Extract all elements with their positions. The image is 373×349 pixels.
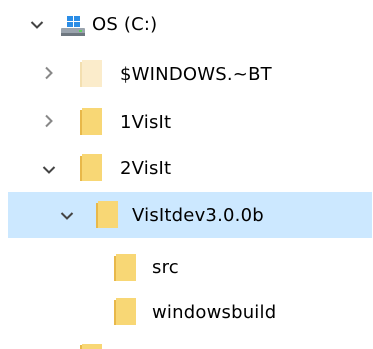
folder-label: windowsbuild <box>152 302 277 323</box>
folder-icon <box>80 108 104 136</box>
folder-icon <box>80 60 104 88</box>
chevron-down-icon[interactable] <box>42 165 56 179</box>
folder-label: VisItdev3.0.0b <box>132 205 264 226</box>
folder-label: $WINDOWS.~BT <box>120 64 272 85</box>
navigation-tree: OS (C:) $WINDOWS.~BT 1VisIt 2VisIt VisIt… <box>0 0 373 349</box>
folder-icon <box>80 154 104 182</box>
chevron-right-icon[interactable] <box>44 114 58 128</box>
folder-icon <box>114 298 138 326</box>
folder-icon <box>80 344 104 349</box>
chevron-right-icon[interactable] <box>44 66 58 80</box>
tree-item-src[interactable]: src <box>0 244 373 290</box>
chevron-down-icon[interactable] <box>60 211 74 225</box>
drive-windows-icon <box>60 14 86 38</box>
folder-label: 1VisIt <box>120 112 172 133</box>
tree-item-1visit[interactable]: 1VisIt <box>0 98 373 144</box>
folder-label: src <box>152 257 179 278</box>
chevron-down-icon[interactable] <box>30 20 44 34</box>
tree-item-2visit[interactable]: 2VisIt <box>0 146 373 192</box>
tree-item-windowsbuild[interactable]: windowsbuild <box>0 292 373 338</box>
folder-icon <box>96 201 120 229</box>
folder-label: 2VisIt <box>120 158 172 179</box>
tree-item-visitdev[interactable]: VisItdev3.0.0b <box>8 192 372 238</box>
tree-item-os-drive[interactable]: OS (C:) <box>0 2 373 48</box>
tree-item-windows-bt[interactable]: $WINDOWS.~BT <box>0 50 373 96</box>
folder-icon <box>114 254 138 282</box>
drive-label: OS (C:) <box>92 14 158 35</box>
